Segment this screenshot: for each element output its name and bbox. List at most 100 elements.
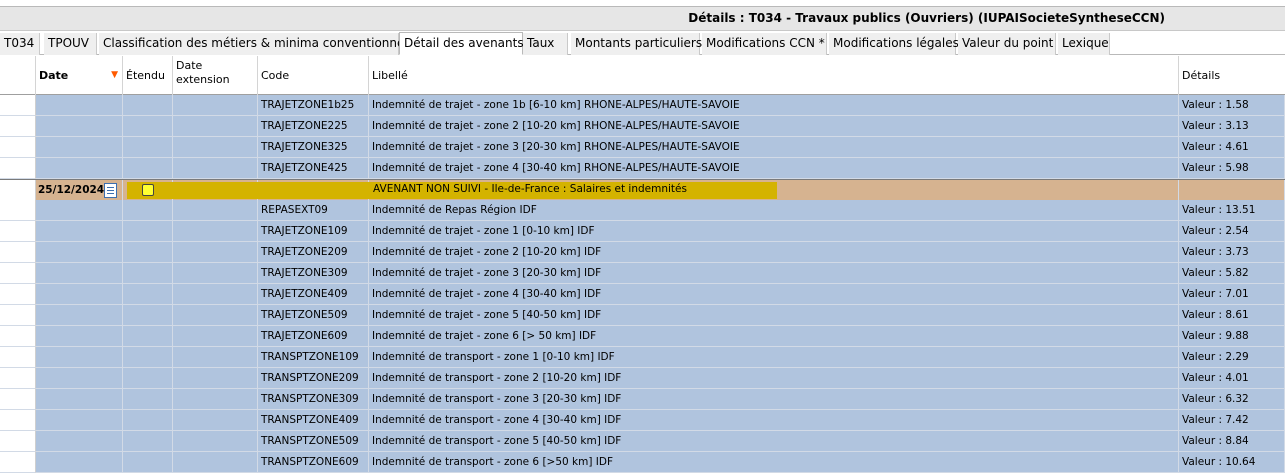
row-selector[interactable] [0,95,36,116]
avenant-label: AVENANT NON SUIVI - Ile-de-France : Sala… [373,183,687,195]
tab-modifications-legales[interactable]: Modifications légales [829,33,959,55]
cell-etendu [123,263,173,284]
cell-details: Valeur : 7.01 [1179,284,1285,305]
cell-date [36,431,123,452]
checkbox-icon[interactable] [142,184,154,196]
table-row[interactable]: TRAJETZONE409 Indemnité de trajet - zone… [0,284,1285,305]
cell-date [36,263,123,284]
table-row[interactable]: TRANSPTZONE109 Indemnité de transport - … [0,347,1285,368]
header-selector [0,56,36,95]
row-selector[interactable] [0,242,36,263]
table-row[interactable]: TRAJETZONE225 Indemnité de trajet - zone… [0,116,1285,137]
cell-etendu [123,200,173,221]
tab-montants-particuliers[interactable]: Montants particuliers [571,33,702,55]
row-selector[interactable] [0,284,36,305]
row-selector[interactable] [0,263,36,284]
cell-details: Valeur : 8.84 [1179,431,1285,452]
cell-etendu [123,326,173,347]
cell-code: TRANSPTZONE109 [258,347,369,368]
cell-code: TRANSPTZONE509 [258,431,369,452]
row-selector[interactable] [0,200,36,221]
header-code[interactable]: Code [258,56,369,95]
row-selector[interactable] [0,389,36,410]
header-libelle[interactable]: Libellé [369,56,1179,95]
cell-date-extension [173,305,258,326]
cell-date-extension [173,200,258,221]
row-selector[interactable] [0,305,36,326]
cell-date-extension [173,326,258,347]
tab-t034[interactable]: T034 [0,33,40,55]
table-row[interactable]: TRAJETZONE109 Indemnité de trajet - zone… [0,221,1285,242]
tab-classification[interactable]: Classification des métiers & minima conv… [99,33,414,55]
cell-details [1179,180,1285,201]
row-selector[interactable] [0,180,36,201]
tab-detail-avenants[interactable]: Détail des avenants [399,32,524,55]
cell-code: TRAJETZONE325 [258,137,369,158]
table-row[interactable]: TRAJETZONE325 Indemnité de trajet - zone… [0,137,1285,158]
row-selector[interactable] [0,326,36,347]
header-date-extension[interactable]: Date extension [173,56,258,95]
cell-code: TRAJETZONE409 [258,284,369,305]
row-selector[interactable] [0,410,36,431]
table-row[interactable]: REPASEXT09 Indemnité de Repas Région IDF… [0,200,1285,221]
table-row[interactable]: TRAJETZONE209 Indemnité de trajet - zone… [0,242,1285,263]
cell-etendu [123,452,173,473]
header-etendu[interactable]: Étendu [123,56,173,95]
cell-date-extension [173,242,258,263]
cell-etendu [123,284,173,305]
cell-code: TRANSPTZONE309 [258,389,369,410]
cell-libelle: Indemnité de trajet - zone 6 [> 50 km] I… [369,326,1179,347]
grid-header: Date ▼ Étendu Date extension Code Libell… [0,56,1285,95]
row-selector[interactable] [0,137,36,158]
cell-code: TRAJETZONE209 [258,242,369,263]
table-row[interactable]: TRANSPTZONE309 Indemnité de transport - … [0,389,1285,410]
table-row[interactable]: TRAJETZONE425 Indemnité de trajet - zone… [0,158,1285,179]
cell-libelle: Indemnité de trajet - zone 1b [6-10 km] … [369,95,1179,116]
cell-details: Valeur : 2.54 [1179,221,1285,242]
tab-modifications-ccn[interactable]: Modifications CCN * [702,33,827,55]
sort-desc-icon[interactable]: ▼ [111,70,118,80]
cell-libelle: Indemnité de trajet - zone 4 [30-40 km] … [369,158,1179,179]
tab-tpouv[interactable]: TPOUV [44,33,97,55]
document-icon[interactable] [104,183,117,198]
cell-details: Valeur : 4.01 [1179,368,1285,389]
cell-etendu [123,368,173,389]
cell-date [36,410,123,431]
header-date[interactable]: Date ▼ [36,56,123,95]
cell-details: Valeur : 3.13 [1179,116,1285,137]
table-row[interactable]: TRANSPTZONE409 Indemnité de transport - … [0,410,1285,431]
cell-date [36,368,123,389]
header-details[interactable]: Détails [1179,56,1285,95]
table-row[interactable]: TRAJETZONE1b25 Indemnité de trajet - zon… [0,95,1285,116]
cell-code: TRANSPTZONE409 [258,410,369,431]
cell-details: Valeur : 9.88 [1179,326,1285,347]
tab-taux[interactable]: Taux [523,33,568,55]
cell-date-extension [173,284,258,305]
row-selector[interactable] [0,452,36,473]
row-selector[interactable] [0,158,36,179]
cell-libelle: Indemnité de transport - zone 2 [10-20 k… [369,368,1179,389]
tab-valeur-du-point[interactable]: Valeur du point [958,33,1056,55]
cell-date [36,284,123,305]
table-row[interactable]: TRANSPTZONE209 Indemnité de transport - … [0,368,1285,389]
cell-date [36,116,123,137]
table-row[interactable]: TRAJETZONE309 Indemnité de trajet - zone… [0,263,1285,284]
tab-lexique[interactable]: Lexique [1058,33,1110,55]
table-row[interactable]: TRANSPTZONE509 Indemnité de transport - … [0,431,1285,452]
cell-code: TRAJETZONE509 [258,305,369,326]
table-row[interactable]: TRAJETZONE609 Indemnité de trajet - zone… [0,326,1285,347]
row-selector[interactable] [0,431,36,452]
row-selector[interactable] [0,221,36,242]
row-selector[interactable] [0,116,36,137]
row-selector[interactable] [0,368,36,389]
cell-code: TRAJETZONE1b25 [258,95,369,116]
avenant-group-row[interactable]: 25/12/2024 AVENANT NON SUIVI - Ile-de-Fr… [0,179,1285,201]
cell-libelle: Indemnité de trajet - zone 3 [20-30 km] … [369,137,1179,158]
row-selector[interactable] [0,347,36,368]
cell-details: Valeur : 5.98 [1179,158,1285,179]
cell-date [36,452,123,473]
cell-code: REPASEXT09 [258,200,369,221]
cell-libelle: Indemnité de trajet - zone 1 [0-10 km] I… [369,221,1179,242]
table-row[interactable]: TRANSPTZONE609 Indemnité de transport - … [0,452,1285,473]
table-row[interactable]: TRAJETZONE509 Indemnité de trajet - zone… [0,305,1285,326]
